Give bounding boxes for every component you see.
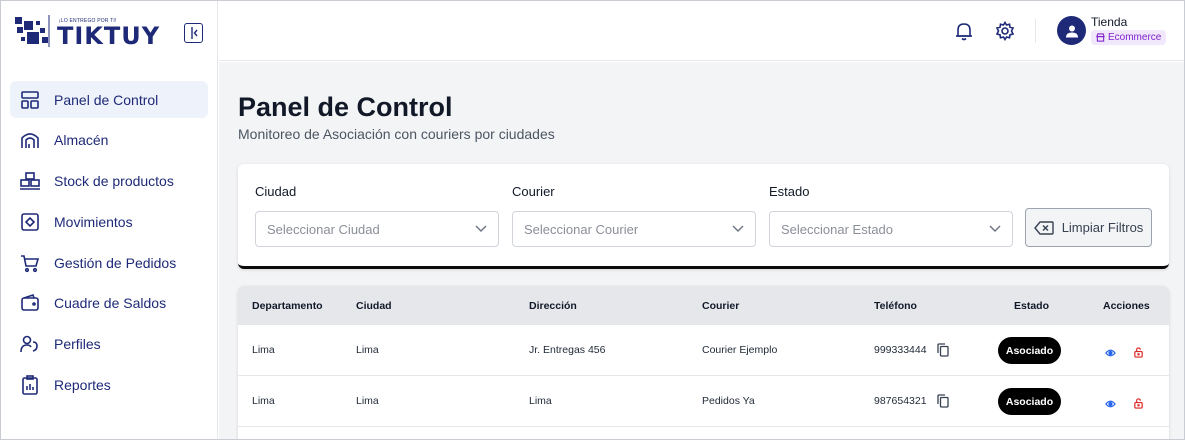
filter-courier: Courier Seleccionar Courier xyxy=(512,184,756,247)
chevron-down-icon xyxy=(989,225,1001,232)
cell-courier: Pedidos Ya xyxy=(702,395,755,407)
column-header: Dirección xyxy=(529,300,577,312)
courier-select[interactable]: Seleccionar Courier xyxy=(512,211,756,247)
sidebar-item-gestion-de-pedidos[interactable]: Gestión de Pedidos xyxy=(10,244,208,281)
cell-ciudad: Lima xyxy=(356,344,379,356)
column-header: Courier xyxy=(702,300,740,312)
view-eye-icon[interactable] xyxy=(1105,345,1116,363)
copy-icon[interactable] xyxy=(937,343,949,362)
page-title: Panel de Control xyxy=(238,92,453,122)
status-badge: Asociado xyxy=(998,388,1061,415)
ciudad-select[interactable]: Seleccionar Ciudad xyxy=(255,211,499,247)
sidebar-item-label: Stock de productos xyxy=(54,173,174,190)
unlink-lock-icon[interactable] xyxy=(1133,396,1144,414)
column-header: Teléfono xyxy=(874,300,917,312)
top-header: Tienda Ecommerce xyxy=(219,1,1184,61)
cell-telefono: 987654321 xyxy=(874,395,927,407)
user-icon xyxy=(1065,25,1078,37)
column-header: Departamento xyxy=(252,300,323,312)
estado-select-placeholder: Seleccionar Estado xyxy=(781,221,894,237)
sidebar-item-movimientos[interactable]: Movimientos xyxy=(10,203,208,240)
filter-estado: Estado Seleccionar Estado xyxy=(769,184,1013,247)
chevron-down-icon xyxy=(475,225,487,232)
sidebar-item-label: Movimientos xyxy=(54,213,133,230)
tiktuy-logo-icon xyxy=(15,15,50,47)
estado-select[interactable]: Seleccionar Estado xyxy=(769,211,1013,247)
unlink-lock-icon[interactable] xyxy=(1133,345,1144,363)
notifications-bell-icon[interactable] xyxy=(953,20,975,42)
user-avatar[interactable] xyxy=(1057,16,1086,45)
table-header: Departamento Ciudad Dirección Courier Te… xyxy=(238,286,1169,325)
sidebar: ¡LO ENTREGO POR TI! TIKTUY Panel de Cont… xyxy=(1,1,218,439)
cell-departamento: Lima xyxy=(252,395,275,407)
sidebar-item-reportes[interactable]: Reportes xyxy=(10,367,208,404)
couriers-table: Departamento Ciudad Dirección Courier Te… xyxy=(238,286,1169,439)
column-header: Ciudad xyxy=(356,300,392,312)
chevron-down-icon xyxy=(732,225,744,232)
sidebar-item-label: Panel de Control xyxy=(54,91,159,108)
filter-ciudad-label: Ciudad xyxy=(255,184,297,199)
sidebar-item-perfiles[interactable]: Perfiles xyxy=(10,326,208,363)
sidebar-item-label: Perfiles xyxy=(54,336,101,353)
clear-filters-label: Limpiar Filtros xyxy=(1061,220,1144,235)
column-header: Acciones xyxy=(1103,300,1150,312)
main-content: Panel de Control Monitoreo de Asociación… xyxy=(219,62,1184,439)
sidebar-collapse-icon xyxy=(190,27,198,39)
cell-telefono: 999333444 xyxy=(874,344,927,356)
backspace-icon xyxy=(1033,220,1054,235)
sidebar-item-almacen[interactable]: Almacén xyxy=(10,122,208,159)
reports-icon xyxy=(20,375,40,395)
cell-departamento: Lima xyxy=(252,344,275,356)
settings-gear-icon[interactable] xyxy=(994,20,1016,42)
warehouse-icon xyxy=(20,130,40,150)
sidebar-item-panel-de-control[interactable]: Panel de Control xyxy=(10,81,208,118)
clear-filters-button[interactable]: Limpiar Filtros xyxy=(1025,208,1152,247)
cell-courier: Courier Ejemplo xyxy=(702,344,778,356)
user-role-badge: Ecommerce xyxy=(1091,30,1167,45)
courier-select-placeholder: Seleccionar Courier xyxy=(524,221,639,237)
user-name: Tienda xyxy=(1091,15,1128,29)
cart-icon xyxy=(20,253,40,273)
dashboard-icon xyxy=(20,90,40,110)
column-header: Estado xyxy=(1014,300,1050,312)
cell-direccion: Jr. Entregas 456 xyxy=(529,344,606,356)
sidebar-item-label: Reportes xyxy=(54,377,111,394)
sidebar-item-cuadre-de-saldos[interactable]: Cuadre de Saldos xyxy=(10,285,208,322)
table-row: Lima Lima Jr. Entregas 456 Courier Ejemp… xyxy=(238,325,1169,376)
header-divider xyxy=(1035,19,1036,43)
user-role-label: Ecommerce xyxy=(1108,32,1162,43)
movements-icon xyxy=(20,212,40,232)
filter-ciudad: Ciudad Seleccionar Ciudad xyxy=(255,184,499,247)
profiles-icon xyxy=(20,334,40,354)
cell-direccion: Lima xyxy=(529,395,552,407)
sidebar-item-stock-de-productos[interactable]: Stock de productos xyxy=(10,163,208,200)
sidebar-item-label: Cuadre de Saldos xyxy=(54,295,167,312)
wallet-icon xyxy=(20,293,40,313)
filter-estado-label: Estado xyxy=(769,184,810,199)
status-badge: Asociado xyxy=(998,337,1061,364)
filters-panel: Ciudad Seleccionar Ciudad Courier Selecc… xyxy=(238,164,1169,269)
sidebar-item-label: Almacén xyxy=(54,132,109,149)
brand-logo[interactable]: ¡LO ENTREGO POR TI! TIKTUY xyxy=(13,15,160,49)
brand-wordmark: ¡LO ENTREGO POR TI! TIKTUY xyxy=(57,15,160,49)
app-window: ¡LO ENTREGO POR TI! TIKTUY Panel de Cont… xyxy=(0,0,1185,440)
collapse-sidebar-button[interactable] xyxy=(184,23,203,43)
brand-tagline: ¡LO ENTREGO POR TI! xyxy=(59,18,117,24)
view-eye-icon[interactable] xyxy=(1105,396,1116,414)
boxes-icon xyxy=(20,171,40,191)
sidebar-nav: Panel de Control Almacén Stock de produc… xyxy=(10,81,208,407)
brand-name: TIKTUY xyxy=(57,22,161,50)
table-row: Lima Lima Lima Pedidos Ya 987654321 Asoc… xyxy=(238,376,1169,427)
filter-courier-label: Courier xyxy=(512,184,555,199)
copy-icon[interactable] xyxy=(937,394,949,413)
page-subtitle: Monitoreo de Asociación con couriers por… xyxy=(238,126,555,142)
sidebar-item-label: Gestión de Pedidos xyxy=(54,254,177,271)
store-icon xyxy=(1096,33,1105,42)
ciudad-select-placeholder: Seleccionar Ciudad xyxy=(267,221,380,237)
cell-ciudad: Lima xyxy=(356,395,379,407)
